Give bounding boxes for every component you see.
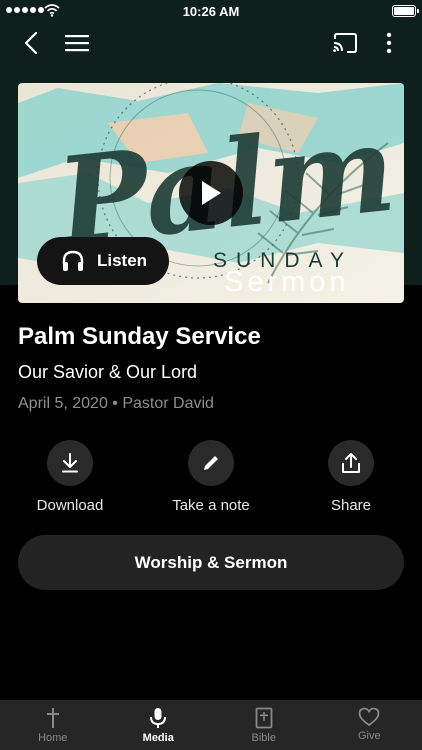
heart-icon	[358, 707, 380, 727]
bible-icon	[255, 707, 273, 729]
tab-bible-label: Bible	[251, 732, 276, 744]
download-button[interactable]: Download	[10, 440, 130, 514]
microphone-icon	[150, 708, 167, 728]
take-note-button[interactable]: Take a note	[151, 440, 271, 514]
artwork-sermon-text: Sermon	[224, 266, 350, 298]
listen-label: Listen	[97, 251, 148, 270]
tab-media-label: Media	[142, 732, 174, 744]
menu-button[interactable]	[62, 28, 92, 58]
share-icon	[342, 453, 360, 473]
share-label: Share	[330, 497, 372, 514]
status-time: 10:26 AM	[182, 4, 240, 19]
hamburger-icon	[65, 35, 89, 52]
worship-sermon-button[interactable]: Worship & Sermon	[18, 535, 404, 590]
share-button[interactable]: Share	[291, 440, 411, 514]
sermon-subtitle: Our Savior & Our Lord	[18, 362, 198, 382]
cast-button[interactable]	[330, 28, 360, 58]
download-circle	[47, 440, 93, 486]
download-label: Download	[36, 497, 104, 514]
sermon-meta: April 5, 2020 • Pastor David	[18, 395, 214, 413]
tab-home[interactable]: Home	[0, 700, 106, 750]
tab-give-label: Give	[357, 730, 381, 742]
headphones-icon	[62, 250, 84, 271]
tab-media[interactable]: Media	[106, 700, 212, 750]
battery-icon	[392, 5, 419, 17]
download-icon	[62, 453, 78, 473]
cross-icon	[46, 708, 59, 728]
take-note-circle	[188, 440, 234, 486]
sermon-speaker: Pastor David	[122, 395, 214, 412]
play-icon	[202, 181, 221, 205]
listen-button[interactable]: Listen	[37, 237, 169, 285]
tab-bible[interactable]: Bible	[211, 700, 317, 750]
tab-give[interactable]: Give	[317, 700, 422, 750]
cast-icon	[333, 33, 357, 53]
back-button[interactable]	[16, 28, 46, 58]
status-bar: 10:26 AM	[0, 0, 422, 22]
chevron-left-icon	[24, 32, 38, 54]
pencil-icon	[204, 456, 218, 470]
sermon-date: April 5, 2020	[18, 395, 108, 412]
tab-home-label: Home	[38, 732, 68, 744]
share-circle	[328, 440, 374, 486]
play-button[interactable]	[179, 161, 243, 225]
vertical-dots-icon	[386, 32, 392, 54]
tab-bar: Home Media Bible Give	[0, 700, 422, 750]
take-note-label: Take a note	[172, 497, 250, 514]
more-options-button[interactable]	[374, 28, 404, 58]
sermon-title: Palm Sunday Service	[18, 323, 261, 350]
meta-separator: •	[112, 395, 118, 412]
